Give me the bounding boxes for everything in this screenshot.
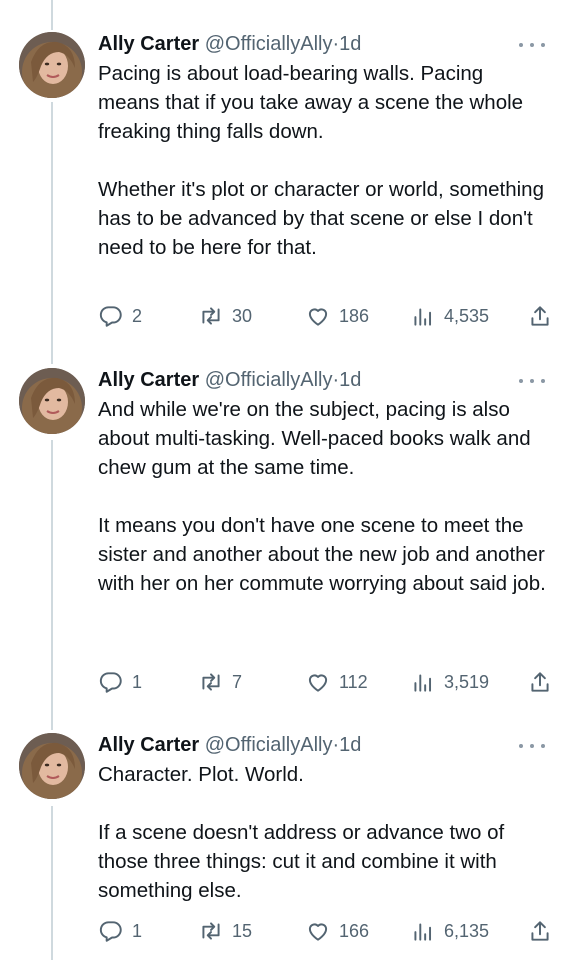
reply-icon: [99, 921, 122, 942]
heart-icon: [308, 308, 328, 326]
author-handle[interactable]: @OfficiallyAlly: [205, 33, 333, 55]
tweet-paragraph: Whether it's plot or character or world,…: [98, 178, 544, 259]
tweet-paragraph: And while we're on the subject, pacing i…: [98, 398, 531, 479]
avatar[interactable]: [19, 733, 85, 799]
like-count: 112: [339, 671, 368, 692]
share-button[interactable]: [527, 667, 553, 697]
tweet-paragraph: If a scene doesn't address or advance tw…: [98, 821, 505, 902]
tweet-paragraph: Character. Plot. World.: [98, 763, 304, 786]
like-button[interactable]: 112: [305, 667, 368, 697]
views-button[interactable]: 6,135: [410, 916, 489, 946]
share-icon: [531, 672, 549, 692]
share-button[interactable]: [527, 301, 553, 331]
more-icon[interactable]: [519, 376, 545, 386]
tweet-paragraph: It means you don't have one scene to mee…: [98, 514, 546, 595]
views-count: 3,519: [444, 671, 490, 692]
action-bar: 2 30 186 4,535: [98, 301, 553, 331]
share-icon: [531, 921, 549, 941]
tweet[interactable]: Ally Carter @OfficiallyAlly·1d Character…: [0, 731, 569, 960]
tweet-text: Character. Plot. World. If a scene doesn…: [98, 760, 548, 905]
views-count: 6,135: [444, 920, 490, 941]
tweet[interactable]: Ally Carter @OfficiallyAlly·1d And while…: [0, 366, 569, 706]
retweet-button[interactable]: 15: [198, 916, 252, 946]
tweet-header: Ally Carter @OfficiallyAlly·1d: [98, 366, 361, 394]
timestamp[interactable]: 1d: [339, 33, 361, 55]
views-icon: [414, 923, 432, 941]
author-handle[interactable]: @OfficiallyAlly: [205, 734, 333, 756]
heart-icon: [308, 923, 328, 941]
retweet-count: 15: [232, 920, 253, 941]
retweet-icon: [202, 307, 220, 325]
more-icon[interactable]: [519, 741, 545, 751]
tweet-paragraph: Pacing is about load-bearing walls. Paci…: [98, 62, 524, 143]
retweet-icon: [202, 922, 220, 940]
author-name[interactable]: Ally Carter: [98, 33, 199, 55]
tweet-text: And while we're on the subject, pacing i…: [98, 395, 548, 598]
timestamp[interactable]: 1d: [339, 369, 361, 391]
views-button[interactable]: 3,519: [410, 667, 489, 697]
tweet-header: Ally Carter @OfficiallyAlly·1d: [98, 30, 361, 58]
heart-icon: [308, 674, 328, 692]
reply-count: 1: [132, 671, 143, 692]
like-count: 166: [339, 920, 370, 941]
views-button[interactable]: 4,535: [410, 301, 489, 331]
reply-button[interactable]: 2: [98, 301, 142, 331]
author-name[interactable]: Ally Carter: [98, 734, 199, 756]
share-button[interactable]: [527, 916, 553, 946]
action-bar: 1 7 112 3,519: [98, 667, 553, 697]
avatar-photo: [19, 368, 85, 434]
retweet-button[interactable]: 7: [198, 667, 242, 697]
reply-button[interactable]: 1: [98, 667, 142, 697]
retweet-count: 30: [232, 305, 253, 326]
tweet[interactable]: Ally Carter @OfficiallyAlly·1d Pacing is…: [0, 30, 569, 345]
views-count: 4,535: [444, 305, 490, 326]
like-count: 186: [339, 305, 370, 326]
action-bar: 1 15 166 6,135: [98, 916, 553, 946]
thread-line: [51, 0, 53, 30]
reply-button[interactable]: 1: [98, 916, 142, 946]
retweet-icon: [202, 673, 220, 691]
avatar[interactable]: [19, 368, 85, 434]
reply-icon: [99, 306, 122, 327]
author-handle[interactable]: @OfficiallyAlly: [205, 369, 333, 391]
retweet-count: 7: [232, 671, 243, 692]
avatar-photo: [19, 32, 85, 98]
share-icon: [531, 306, 549, 326]
reply-icon: [99, 672, 122, 693]
author-name[interactable]: Ally Carter: [98, 369, 199, 391]
avatar-photo: [19, 733, 85, 799]
tweet-text: Pacing is about load-bearing walls. Paci…: [98, 59, 548, 262]
retweet-button[interactable]: 30: [198, 301, 252, 331]
timestamp[interactable]: 1d: [339, 734, 361, 756]
tweet-header: Ally Carter @OfficiallyAlly·1d: [98, 731, 361, 759]
views-icon: [414, 674, 432, 692]
reply-count: 1: [132, 920, 143, 941]
reply-count: 2: [132, 305, 143, 326]
avatar[interactable]: [19, 32, 85, 98]
more-icon[interactable]: [519, 40, 545, 50]
views-icon: [414, 308, 432, 326]
like-button[interactable]: 186: [305, 301, 369, 331]
like-button[interactable]: 166: [305, 916, 369, 946]
